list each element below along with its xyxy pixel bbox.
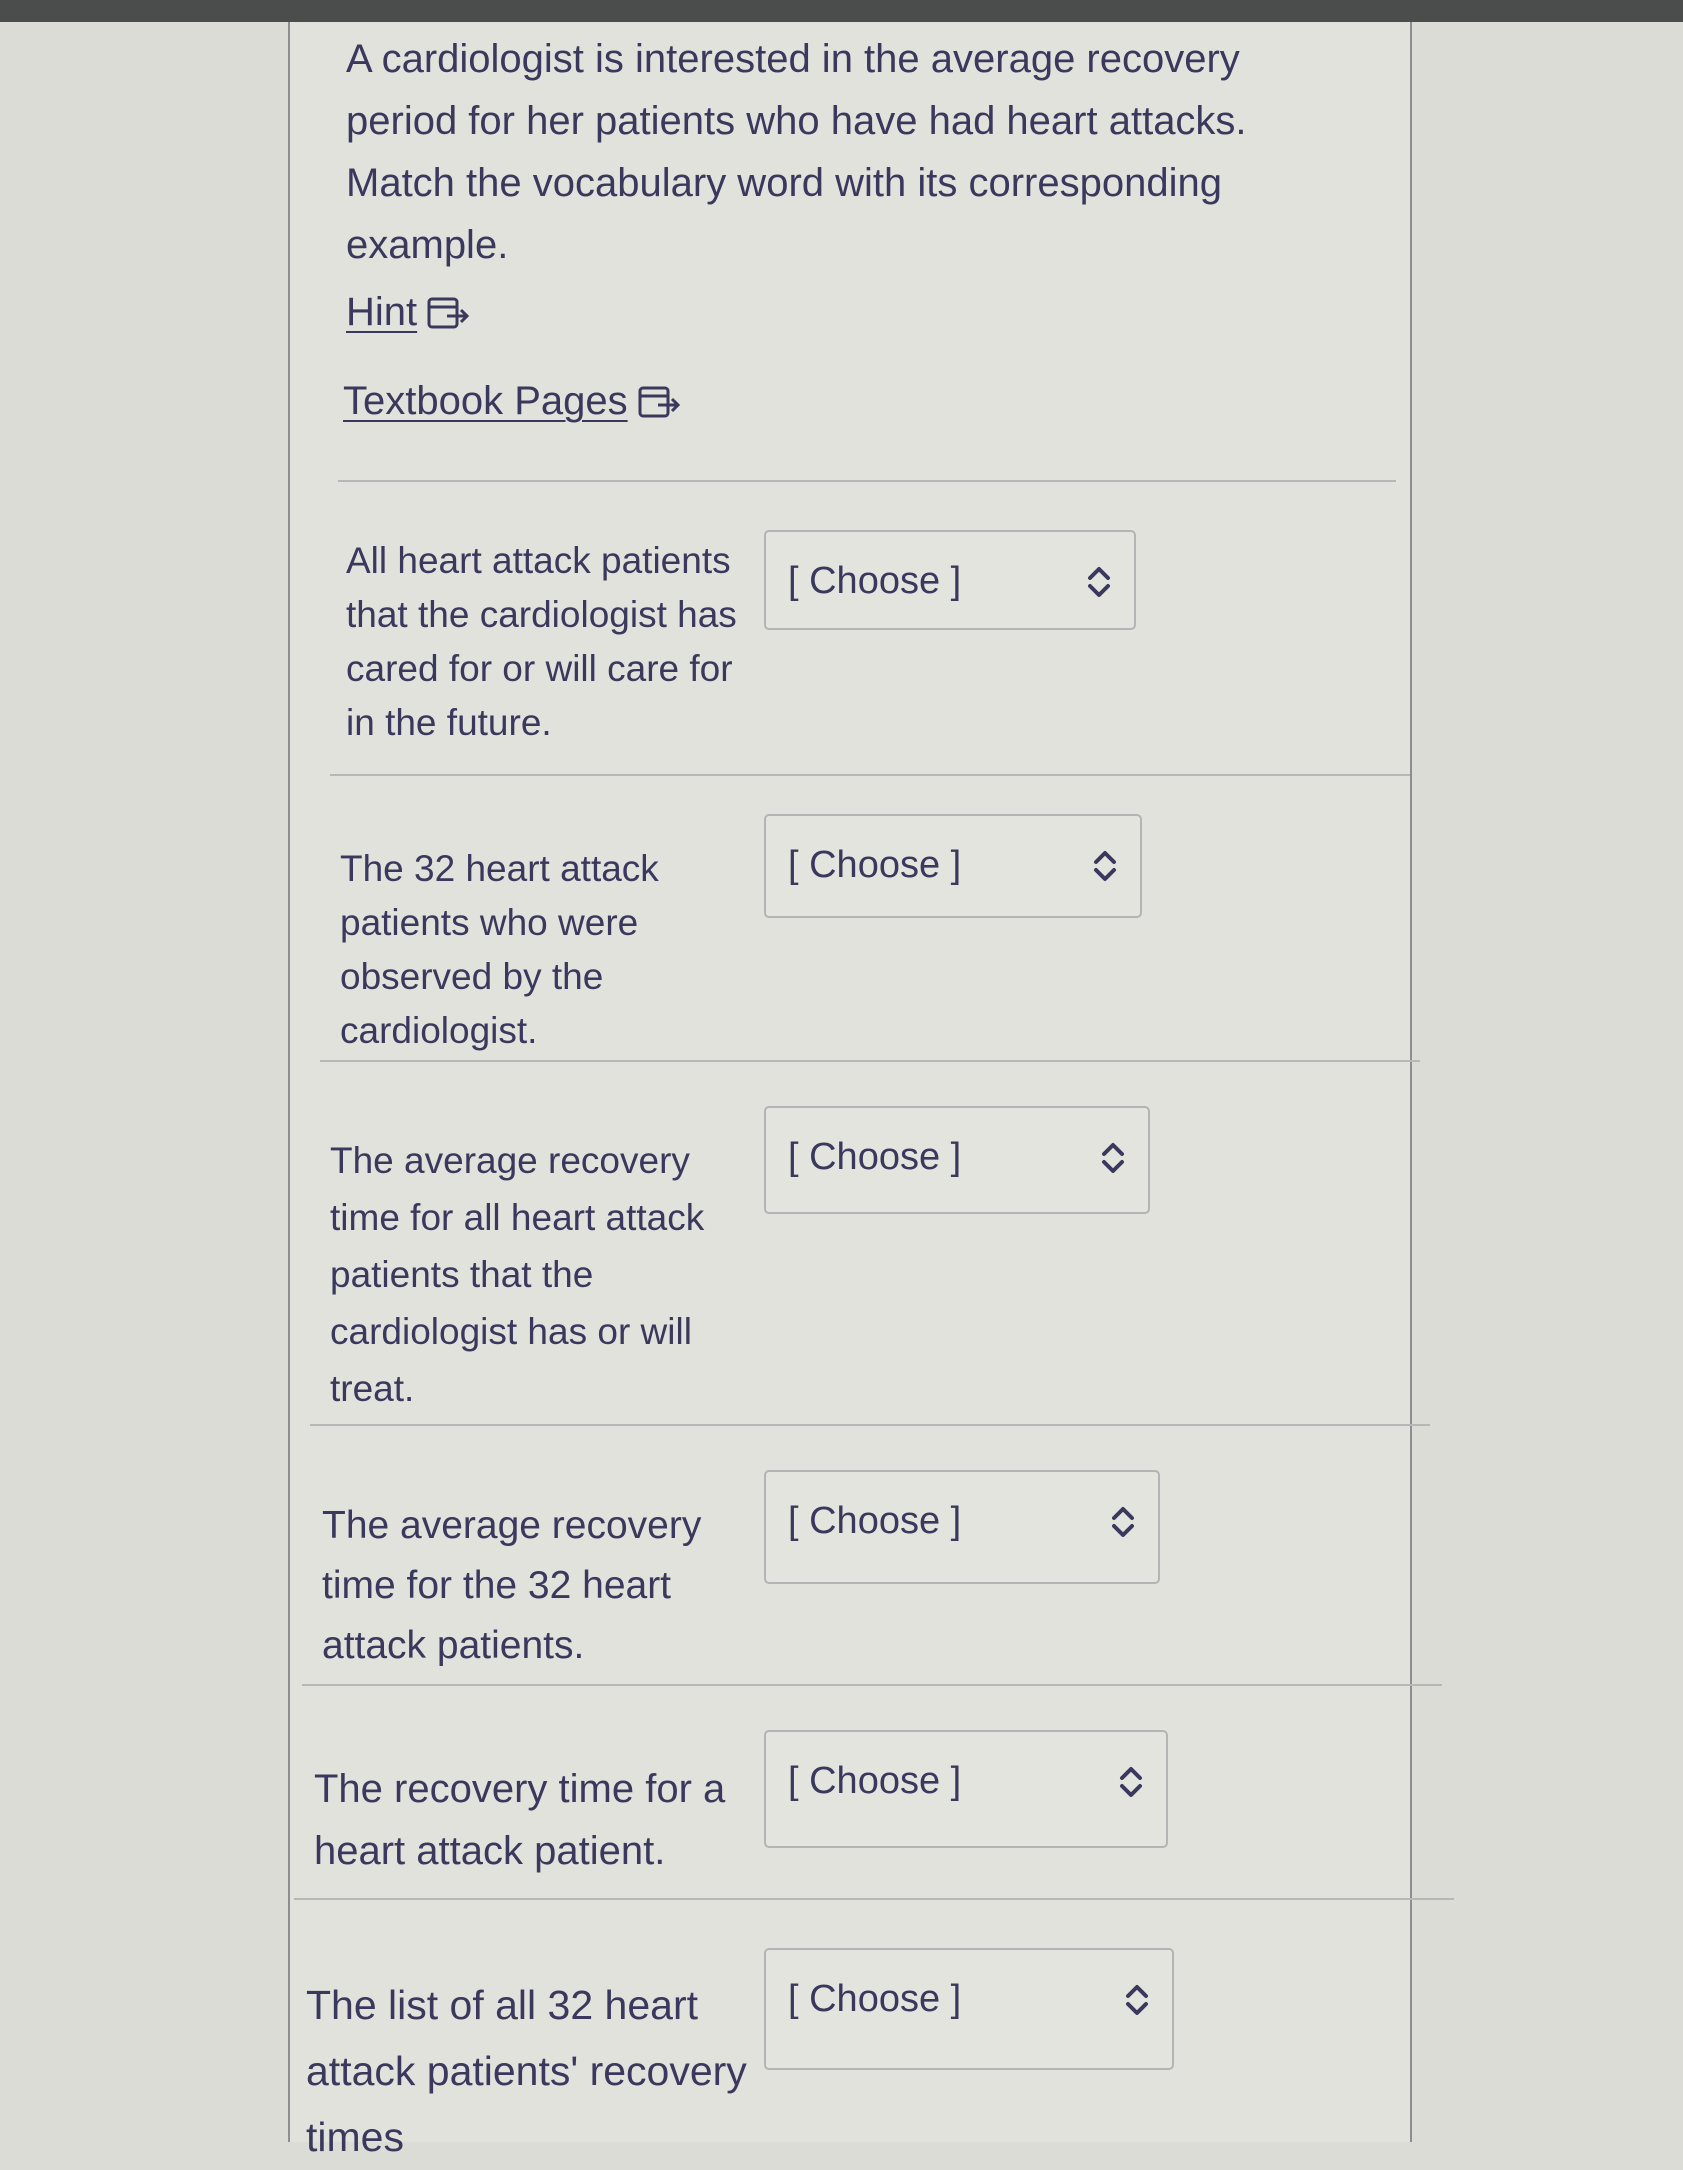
match-item-label: The 32 heart attack patients who were ob… xyxy=(340,848,659,1051)
divider xyxy=(338,480,1396,482)
top-bar xyxy=(0,0,1683,22)
external-link-icon xyxy=(638,386,680,417)
select-value: [ Choose ] xyxy=(788,560,962,602)
select-chevrons-icon xyxy=(1094,851,1116,881)
divider xyxy=(302,1684,1442,1686)
select-value: [ Choose ] xyxy=(788,1500,962,1542)
match-item-label: The list of all 32 heart attack patients… xyxy=(306,1982,747,2160)
divider xyxy=(310,1424,1430,1426)
select-chevrons-icon xyxy=(1126,1985,1148,2015)
select-value: [ Choose ] xyxy=(788,844,962,886)
match-select[interactable]: [ Choose ] xyxy=(764,1948,1174,2070)
question-prompt: A cardiologist is interested in the aver… xyxy=(346,37,1247,267)
match-select[interactable]: [ Choose ] xyxy=(764,1106,1150,1214)
divider xyxy=(320,1060,1420,1062)
select-chevrons-icon xyxy=(1102,1143,1124,1173)
hint-link[interactable]: Hint xyxy=(346,290,471,335)
match-item-label: The average recovery time for the 32 hea… xyxy=(322,1504,702,1667)
textbook-pages-link[interactable]: Textbook Pages xyxy=(343,379,682,424)
select-chevrons-icon xyxy=(1112,1507,1134,1537)
select-value: [ Choose ] xyxy=(788,1136,962,1178)
select-chevrons-icon xyxy=(1088,567,1110,597)
select-chevrons-icon xyxy=(1120,1767,1142,1797)
match-select[interactable]: [ Choose ] xyxy=(764,530,1136,630)
hint-link-label: Hint xyxy=(346,290,418,334)
textbook-pages-label: Textbook Pages xyxy=(343,379,628,423)
select-value: [ Choose ] xyxy=(788,1760,962,1802)
select-value: [ Choose ] xyxy=(788,1978,962,2020)
match-item-label: The average recovery time for all heart … xyxy=(330,1140,705,1409)
external-link-icon xyxy=(427,297,470,328)
divider xyxy=(294,1898,1454,1900)
divider xyxy=(330,774,1410,776)
match-item-label: All heart attack patients that the cardi… xyxy=(346,540,737,743)
quiz-question-card: A cardiologist is interested in the aver… xyxy=(288,22,1454,2160)
match-select[interactable]: [ Choose ] xyxy=(764,1470,1160,1584)
match-item-label: The recovery time for a heart attack pat… xyxy=(314,1767,726,1873)
match-select[interactable]: [ Choose ] xyxy=(764,1730,1168,1848)
match-select[interactable]: [ Choose ] xyxy=(764,814,1142,918)
